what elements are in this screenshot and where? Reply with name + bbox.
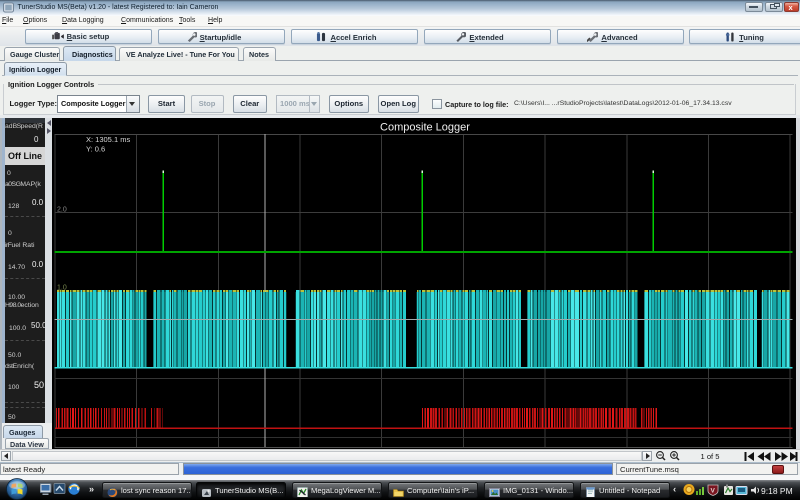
svg-text:2.0: 2.0: [57, 207, 67, 214]
svg-text:1.0: 1.0: [57, 285, 67, 292]
svg-text:V: V: [711, 488, 716, 495]
svg-text:Y: 0.6: Y: 0.6: [86, 145, 105, 154]
svg-text:X: 1305.1 ms: X: 1305.1 ms: [86, 135, 130, 144]
svg-text:Composite Logger: Composite Logger: [380, 122, 470, 134]
